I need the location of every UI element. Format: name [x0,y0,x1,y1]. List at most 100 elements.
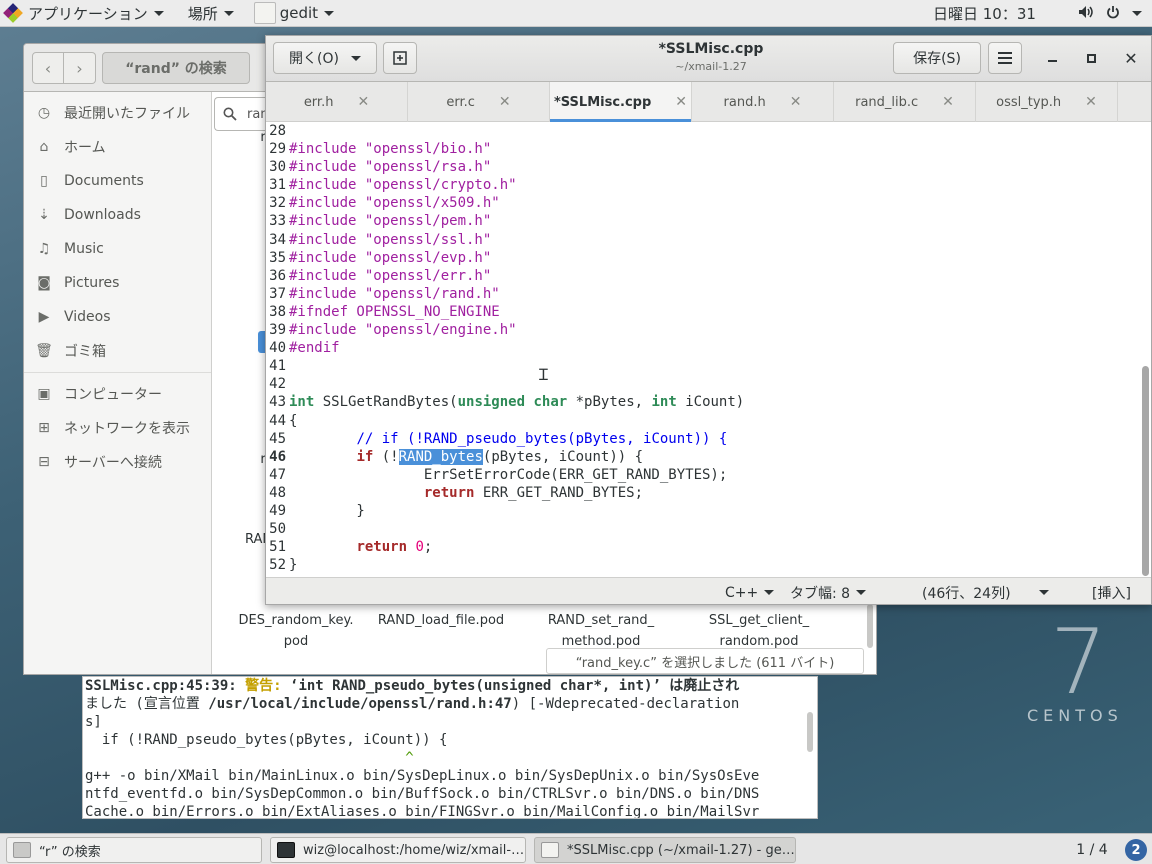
search-location-title[interactable]: “rand” の検索 [102,52,250,84]
document-tab[interactable]: rand.h ✕ [692,82,834,122]
task-terminal[interactable]: wiz@localhost:/home/wiz/xmail-… [270,837,526,863]
system-menu[interactable] [1078,0,1142,27]
code-token: ERR_GET_RAND_BYTES; [474,484,644,501]
terminal-line: g++ -o bin/XMail bin/MainLinux.o bin/Sys… [85,767,815,785]
workspace-pager[interactable]: 1 / 4 [1064,838,1120,862]
close-tab-icon[interactable]: ✕ [790,94,802,110]
sidebar-item-label: ホーム [64,140,106,156]
sidebar-item[interactable]: ⇣ Downloads [24,198,211,232]
code-token: return [423,484,475,501]
hamburger-menu-button[interactable] [988,42,1022,74]
line-number: 33 [269,213,286,230]
code-token: "openssl/x509.h" [364,195,500,212]
code-token: (! [373,448,399,465]
line-number: 28 [269,123,286,139]
task-file-search[interactable]: “r” の検索 [6,837,262,863]
line-number: 48 [269,484,286,501]
sidebar-item[interactable]: 🗑 ゴミ箱 [24,334,211,368]
code-token: return [356,539,408,556]
gedit-app-icon [253,2,276,24]
places-menu[interactable]: 場所 [182,0,240,27]
code-token: // if (!RAND_pseudo_bytes(pBytes, iCount… [356,430,728,447]
line-number: 36 [269,267,286,284]
cursor-position[interactable]: (46行、24列) [922,578,1049,604]
new-tab-button[interactable] [383,42,417,74]
file-name-line: RAND_load_file.pod [377,613,505,628]
terminal-scrollbar[interactable] [807,712,813,752]
close-tab-icon[interactable]: ✕ [357,94,369,110]
code-text: } [288,556,297,574]
code-text: #include "openssl/ssl.h" [288,231,491,249]
close-tab-icon[interactable]: ✕ [675,94,687,110]
window-title: *SSLMisc.cpp [658,41,764,57]
app-menu[interactable]: gedit [248,0,340,27]
network-icon: ⊞ [38,420,50,436]
close-button[interactable]: ✕ [1117,44,1145,72]
document-tab[interactable]: err.h ✕ [266,82,408,122]
code-line: 33 #include "openssl/pem.h" [266,212,1151,230]
terminal-line: s] [85,713,815,731]
file-item[interactable]: RAND_set_rand_ method.pod [536,610,666,652]
code-token: iCount) [676,394,745,411]
sidebar-item[interactable]: ⊞ ネットワークを表示 [24,411,211,445]
line-number: 32 [269,195,286,212]
document-tab[interactable]: rand_lib.c ✕ [834,82,976,122]
sidebar-item[interactable]: ♫ Music [24,232,211,266]
line-number: 46 [269,448,286,465]
clock[interactable]: 日曜日 10：31 [933,0,1036,27]
sidebar-item[interactable]: ▣ コンピューター [24,377,211,411]
line-number: 51 [269,539,286,556]
file-manager-icon [13,842,31,858]
line-number: 43 [269,394,286,411]
file-item[interactable]: DES_random_key. pod [231,610,361,652]
close-tab-icon[interactable]: ✕ [942,94,954,110]
scrollbar[interactable] [867,604,873,648]
code-token: #include [289,159,365,176]
terminal-output[interactable]: SSLMisc.cpp:45:39: 警告: ‘int RAND_pseudo_… [82,676,818,819]
close-tab-icon[interactable]: ✕ [1085,94,1097,110]
file-item[interactable]: RAND_load_file.pod [376,610,506,631]
sidebar-item[interactable]: ▶ Videos [24,300,211,334]
close-tab-icon[interactable]: ✕ [499,94,511,110]
task-gedit[interactable]: *SSLMisc.cpp (~/xmail-1.27) - ge… [534,837,796,863]
code-text: } [288,502,364,520]
document-tab[interactable]: ossl_typ.h ✕ [976,82,1118,122]
sidebar-item-label: コンピューター [64,387,162,403]
back-button[interactable]: ‹ [32,52,64,84]
maximize-button[interactable] [1077,44,1105,72]
tab-label: rand.h [723,94,766,110]
gedit-window: 開く(O) *SSLMisc.cpp ~/xmail-1.27 保存(S) ✕ … [265,35,1152,605]
sidebar-item[interactable]: ▯ Documents [24,164,211,198]
open-button[interactable]: 開く(O) [273,42,377,74]
chevron-down-icon [223,10,234,16]
tab-width-label: タブ幅: 8 [790,585,851,602]
file-item[interactable]: SSL_get_client_ random.pod [694,610,824,652]
language-selector[interactable]: C++ [725,578,775,604]
applications-menu[interactable]: アプリケーション [0,0,170,27]
code-line: 31 #include "openssl/crypto.h" [266,176,1151,194]
document-tab[interactable]: err.c ✕ [408,82,550,122]
save-button[interactable]: 保存(S) [893,42,981,74]
code-editor[interactable]: 28 29 #include "openssl/bio.h" 30 #include "… [266,122,1151,577]
sidebar-item[interactable]: ◙ Pictures [24,266,211,300]
text-cursor-icon: Ɪ [539,365,548,384]
terminal-text: ^ [85,750,414,766]
terminal-line: ました (宣言位置 /usr/local/include/openssl/ran… [85,695,815,713]
chevron-down-icon [764,590,775,595]
sidebar-item-label: Documents [64,173,144,189]
tab-width-selector[interactable]: タブ幅: 8 [790,578,867,604]
sidebar-item[interactable]: ⌂ ホーム [24,130,211,164]
notification-badge[interactable]: 2 [1125,839,1147,861]
code-line: 42 [266,375,1151,393]
sidebar-item[interactable]: ◷ 最近開いたファイル [24,96,211,130]
line-number: 38 [269,303,286,320]
minimize-button[interactable] [1038,44,1066,72]
document-tab[interactable]: *SSLMisc.cpp ✕ [550,82,692,122]
editor-scrollbar[interactable] [1142,366,1149,576]
sidebar-item[interactable]: ⊟ サーバーへ接続 [24,445,211,479]
forward-button[interactable]: › [64,52,96,84]
sidebar-item-label: Pictures [64,275,120,291]
